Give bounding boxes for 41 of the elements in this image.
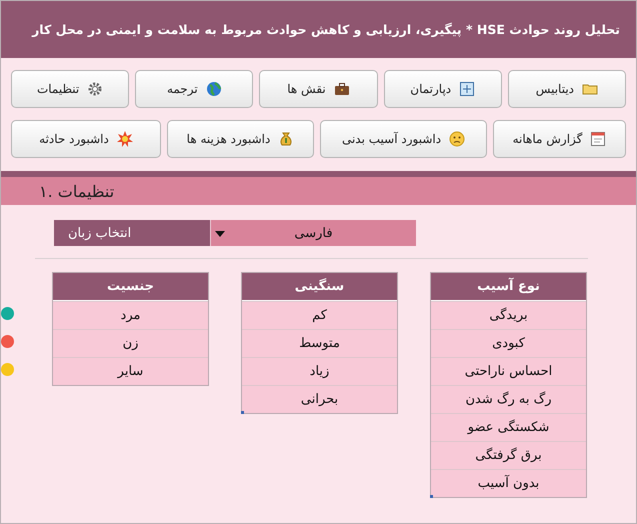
calendar-icon bbox=[590, 131, 606, 147]
table-cell: برق گرفتگی bbox=[431, 441, 586, 469]
resize-handle-icon bbox=[430, 495, 433, 498]
gear-icon bbox=[87, 81, 104, 97]
table-cell: رگ به رگ شدن bbox=[431, 385, 586, 413]
language-dropdown[interactable]: فارسی bbox=[211, 220, 416, 246]
toolbar-button[interactable]: داشبورد حادثه bbox=[11, 120, 161, 158]
table-cell: احساس ناراحتی bbox=[431, 357, 586, 385]
table-cell: مرد bbox=[53, 301, 208, 329]
table-heading: سنگینی bbox=[242, 273, 397, 301]
table-cell: کم bbox=[242, 301, 397, 329]
caret-icon bbox=[215, 231, 225, 237]
table-cell: کبودی bbox=[431, 329, 586, 357]
resize-handle-icon bbox=[241, 411, 244, 414]
table-cell: بریدگی bbox=[431, 301, 586, 329]
toolbar-button[interactable]: داشبورد هزینه ها bbox=[167, 120, 314, 158]
table-cell: زیاد bbox=[242, 357, 397, 385]
table-heading: جنسیت bbox=[53, 273, 208, 301]
globe-icon bbox=[206, 81, 222, 97]
table-cell: زن bbox=[53, 329, 208, 357]
table-cell: سایر bbox=[53, 357, 208, 385]
toolbar-button[interactable]: گزارش ماهانه bbox=[493, 120, 626, 158]
language-label: انتخاب زبان bbox=[54, 220, 211, 246]
toolbar-button[interactable]: دیتابیس bbox=[508, 70, 626, 108]
table-cell: بدون آسیب bbox=[431, 469, 586, 497]
sad-face-icon bbox=[449, 131, 466, 147]
toolbar-button[interactable]: تنظیمات bbox=[11, 70, 130, 108]
table-cell: بحرانی bbox=[242, 385, 397, 413]
briefcase-icon bbox=[334, 81, 350, 97]
toolbar-button[interactable]: نقش ها bbox=[259, 70, 378, 108]
explosion-icon bbox=[116, 131, 133, 147]
table-cell: شکستگی عضو bbox=[431, 413, 586, 441]
toolbar-button[interactable]: دپارتمان bbox=[384, 70, 502, 108]
toolbar-button[interactable]: ترجمه bbox=[135, 70, 254, 108]
money-bag-icon bbox=[278, 131, 294, 147]
app-title: تحلیل روند حوادث HSE * پیگیری، ارزیابی و کاهش حوادث مربوط به سلامت و ایمنی در محل کار bbox=[1, 1, 636, 58]
section-title: تنظیمات .۱ bbox=[39, 182, 114, 200]
picture-icon bbox=[459, 81, 476, 97]
toolbar-button[interactable]: داشبورد آسیب بدنی bbox=[320, 120, 487, 158]
table-heading: نوع آسیب bbox=[431, 273, 586, 301]
table-cell: متوسط bbox=[242, 329, 397, 357]
